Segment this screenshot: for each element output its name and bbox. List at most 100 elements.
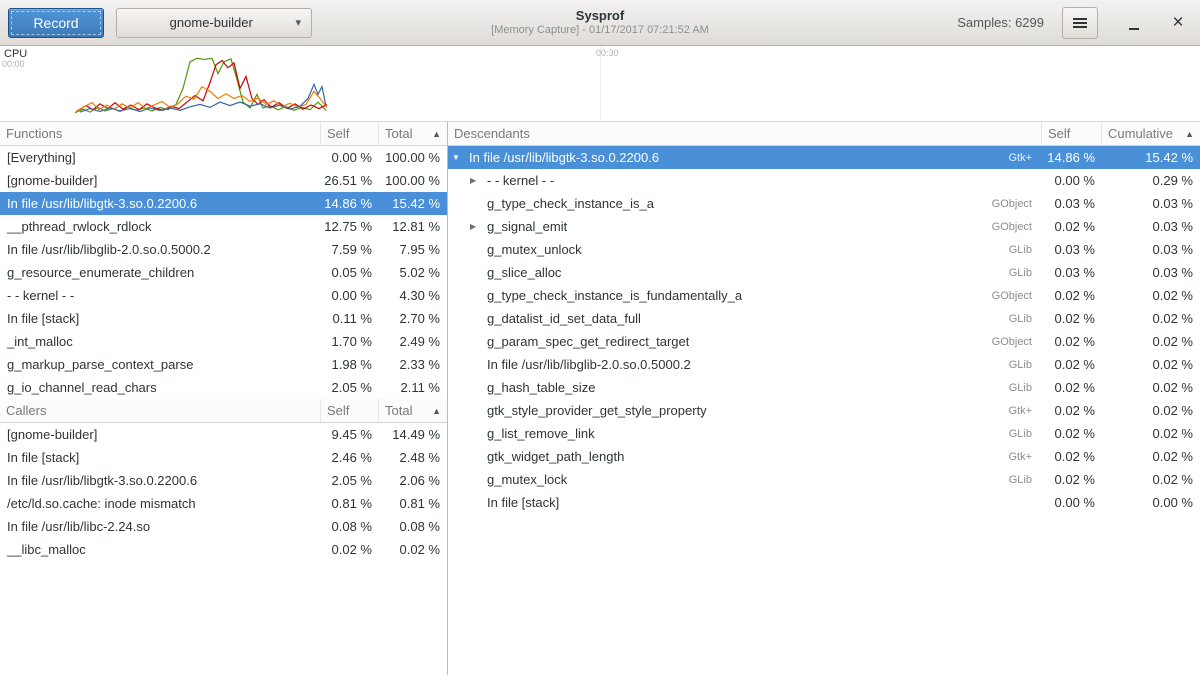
self-percent: 0.02 % xyxy=(1042,449,1102,464)
function-name: gtk_widget_path_length xyxy=(487,449,624,464)
table-row[interactable]: g_resource_enumerate_children0.05 %5.02 … xyxy=(0,261,447,284)
total-percent: 2.49 % xyxy=(379,334,447,349)
column-header-self[interactable]: Self xyxy=(1042,122,1102,145)
table-row[interactable]: g_io_channel_read_chars2.05 %2.11 % xyxy=(0,376,447,399)
column-header-total[interactable]: Total ▲ xyxy=(379,399,447,422)
table-row[interactable]: g_slice_allocGLib0.03 %0.03 % xyxy=(448,261,1200,284)
table-row[interactable]: gtk_style_provider_get_style_propertyGtk… xyxy=(448,399,1200,422)
function-name: [gnome-builder] xyxy=(0,173,321,188)
table-row[interactable]: ▶g_signal_emitGObject0.02 %0.03 % xyxy=(448,215,1200,238)
table-row[interactable]: ▶- - kernel - -0.00 %0.29 % xyxy=(448,169,1200,192)
self-percent: 0.03 % xyxy=(1042,265,1102,280)
record-button[interactable]: Record xyxy=(8,8,104,38)
self-percent: 0.02 % xyxy=(1042,334,1102,349)
tree-cell: g_datalist_id_set_data_fullGLib xyxy=(448,311,1042,326)
self-percent: 14.86 % xyxy=(1042,150,1102,165)
total-percent: 12.81 % xyxy=(379,219,447,234)
library-category-label: Gtk+ xyxy=(1008,405,1042,417)
collapsed-expander-icon[interactable]: ▶ xyxy=(470,222,487,231)
table-row[interactable]: In file /usr/lib/libc-2.24.so0.08 %0.08 … xyxy=(0,515,447,538)
column-header-self[interactable]: Self xyxy=(321,399,379,422)
tree-cell: In file [stack] xyxy=(448,495,1042,510)
table-row[interactable]: In file [stack]2.46 %2.48 % xyxy=(0,446,447,469)
column-header-functions[interactable]: Functions xyxy=(0,122,321,145)
cumulative-percent: 0.02 % xyxy=(1102,403,1200,418)
table-row[interactable]: g_hash_table_sizeGLib0.02 %0.02 % xyxy=(448,376,1200,399)
library-category-label: GLib xyxy=(1009,313,1042,325)
self-percent: 0.00 % xyxy=(1042,495,1102,510)
column-header-callers[interactable]: Callers xyxy=(0,399,321,422)
function-name: In file /usr/lib/libglib-2.0.so.0.5000.2 xyxy=(487,357,691,372)
collapsed-expander-icon[interactable]: ▶ xyxy=(470,176,487,185)
table-row[interactable]: g_list_remove_linkGLib0.02 %0.02 % xyxy=(448,422,1200,445)
functions-rows: [Everything]0.00 %100.00 %[gnome-builder… xyxy=(0,146,447,399)
tree-cell: ▼In file /usr/lib/libgtk-3.so.0.2200.6Gt… xyxy=(448,150,1042,165)
self-percent: 0.81 % xyxy=(321,496,379,511)
cumulative-percent: 0.02 % xyxy=(1102,426,1200,441)
table-row[interactable]: [gnome-builder]26.51 %100.00 % xyxy=(0,169,447,192)
table-row[interactable]: In file /usr/lib/libglib-2.0.so.0.5000.2… xyxy=(0,238,447,261)
table-row[interactable]: __pthread_rwlock_rdlock12.75 %12.81 % xyxy=(0,215,447,238)
function-name: g_mutex_unlock xyxy=(487,242,582,257)
functions-table-header: Functions Self Total ▲ xyxy=(0,122,447,146)
left-panel: Functions Self Total ▲ [Everything]0.00 … xyxy=(0,122,448,675)
function-name: [Everything] xyxy=(0,150,321,165)
table-row[interactable]: /etc/ld.so.cache: inode mismatch0.81 %0.… xyxy=(0,492,447,515)
tree-cell: g_hash_table_sizeGLib xyxy=(448,380,1042,395)
table-row[interactable]: In file /usr/lib/libgtk-3.so.0.2200.62.0… xyxy=(0,469,447,492)
table-row[interactable]: gtk_widget_path_lengthGtk+0.02 %0.02 % xyxy=(448,445,1200,468)
process-selector-dropdown[interactable]: gnome-builder ▾ xyxy=(116,8,312,38)
table-row[interactable]: In file /usr/lib/libglib-2.0.so.0.5000.2… xyxy=(448,353,1200,376)
minimize-button[interactable] xyxy=(1120,9,1148,37)
table-row[interactable]: [Everything]0.00 %100.00 % xyxy=(0,146,447,169)
self-percent: 0.00 % xyxy=(321,150,379,165)
cumulative-percent: 15.42 % xyxy=(1102,150,1200,165)
table-row[interactable]: [gnome-builder]9.45 %14.49 % xyxy=(0,423,447,446)
expanded-expander-icon[interactable]: ▼ xyxy=(452,153,469,162)
table-row[interactable]: g_mutex_unlockGLib0.03 %0.03 % xyxy=(448,238,1200,261)
process-selector-label: gnome-builder xyxy=(127,15,295,30)
table-row[interactable]: In file [stack]0.00 %0.00 % xyxy=(448,491,1200,514)
table-row[interactable]: g_datalist_id_set_data_fullGLib0.02 %0.0… xyxy=(448,307,1200,330)
table-row[interactable]: In file /usr/lib/libgtk-3.so.0.2200.614.… xyxy=(0,192,447,215)
function-name: In file [stack] xyxy=(487,495,559,510)
table-row[interactable]: g_type_check_instance_is_aGObject0.03 %0… xyxy=(448,192,1200,215)
chevron-down-icon: ▾ xyxy=(295,16,301,29)
total-percent: 2.11 % xyxy=(379,380,447,395)
close-button[interactable]: × xyxy=(1164,9,1192,37)
main-content: Functions Self Total ▲ [Everything]0.00 … xyxy=(0,122,1200,675)
tree-cell: In file /usr/lib/libglib-2.0.so.0.5000.2… xyxy=(448,357,1042,372)
total-percent: 100.00 % xyxy=(379,150,447,165)
self-percent: 0.00 % xyxy=(321,288,379,303)
menu-button[interactable] xyxy=(1062,7,1098,39)
library-category-label: GObject xyxy=(992,198,1042,210)
total-percent: 2.70 % xyxy=(379,311,447,326)
table-row[interactable]: In file [stack]0.11 %2.70 % xyxy=(0,307,447,330)
total-percent: 2.06 % xyxy=(379,473,447,488)
tree-cell: g_param_spec_get_redirect_targetGObject xyxy=(448,334,1042,349)
table-row[interactable]: g_type_check_instance_is_fundamentally_a… xyxy=(448,284,1200,307)
column-header-total-label: Total xyxy=(385,126,412,141)
table-row[interactable]: __libc_malloc0.02 %0.02 % xyxy=(0,538,447,561)
function-name: g_type_check_instance_is_a xyxy=(487,196,654,211)
table-row[interactable]: g_mutex_lockGLib0.02 %0.02 % xyxy=(448,468,1200,491)
table-row[interactable]: g_param_spec_get_redirect_targetGObject0… xyxy=(448,330,1200,353)
column-header-cumulative[interactable]: Cumulative ▲ xyxy=(1102,122,1200,145)
column-header-total[interactable]: Total ▲ xyxy=(379,122,447,145)
self-percent: 0.08 % xyxy=(321,519,379,534)
descendants-panel: Descendants Self Cumulative ▲ ▼In file /… xyxy=(448,122,1200,675)
table-row[interactable]: - - kernel - -0.00 %4.30 % xyxy=(0,284,447,307)
table-row[interactable]: g_markup_parse_context_parse1.98 %2.33 % xyxy=(0,353,447,376)
self-percent: 7.59 % xyxy=(321,242,379,257)
total-percent: 0.81 % xyxy=(379,496,447,511)
library-category-label: GLib xyxy=(1009,428,1042,440)
table-row[interactable]: ▼In file /usr/lib/libgtk-3.so.0.2200.6Gt… xyxy=(448,146,1200,169)
table-row[interactable]: _int_malloc1.70 %2.49 % xyxy=(0,330,447,353)
column-header-descendants[interactable]: Descendants xyxy=(448,122,1042,145)
cumulative-percent: 0.02 % xyxy=(1102,288,1200,303)
descendants-rows: ▼In file /usr/lib/libgtk-3.so.0.2200.6Gt… xyxy=(448,146,1200,514)
cumulative-percent: 0.03 % xyxy=(1102,196,1200,211)
column-header-self[interactable]: Self xyxy=(321,122,379,145)
function-name: g_mutex_lock xyxy=(487,472,567,487)
function-name: __libc_malloc xyxy=(0,542,321,557)
